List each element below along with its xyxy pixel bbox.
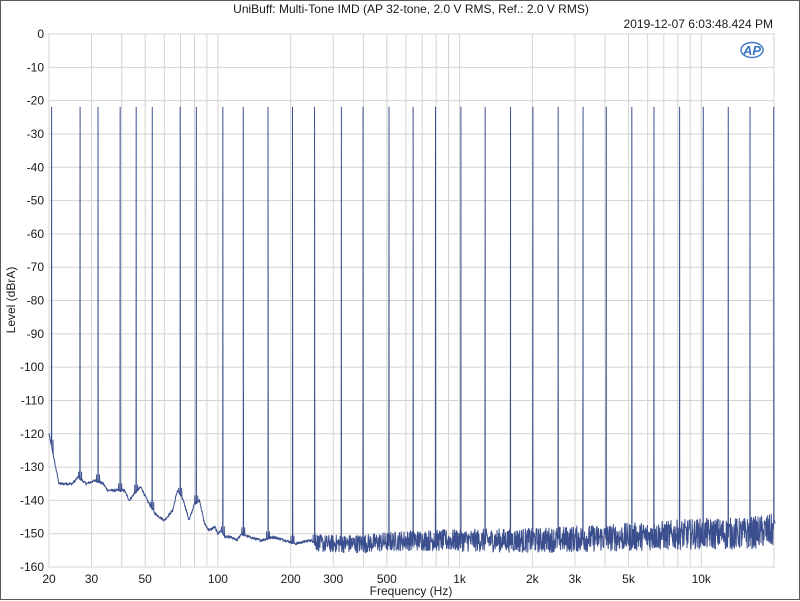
x-tick-label: 2k bbox=[526, 572, 540, 586]
x-tick-label: 10k bbox=[692, 572, 712, 586]
y-tick-label: -60 bbox=[27, 227, 45, 241]
x-tick-label: 50 bbox=[138, 572, 152, 586]
x-tick-label: 5k bbox=[622, 572, 636, 586]
y-tick-label: -110 bbox=[21, 393, 44, 407]
y-tick-label: -40 bbox=[27, 160, 45, 174]
y-tick-label: -30 bbox=[27, 127, 45, 141]
y-tick-label: -100 bbox=[20, 360, 44, 374]
chart-svg: UniBuff: Multi-Tone IMD (AP 32-tone, 2.0… bbox=[1, 1, 800, 601]
y-tick-label: -70 bbox=[27, 260, 45, 274]
chart-frame: UniBuff: Multi-Tone IMD (AP 32-tone, 2.0… bbox=[0, 0, 800, 600]
ap-logo-text: AP bbox=[742, 43, 761, 58]
y-tick-label: -90 bbox=[27, 327, 45, 341]
x-tick-label: 100 bbox=[208, 572, 228, 586]
y-tick-label: -50 bbox=[27, 194, 45, 208]
y-tick-label: -140 bbox=[20, 493, 44, 507]
x-tick-label: 300 bbox=[323, 572, 343, 586]
x-tick-label: 1k bbox=[453, 572, 467, 586]
chart-timestamp: 2019-12-07 6:03:48.424 PM bbox=[624, 17, 773, 31]
x-tick-label: 3k bbox=[569, 572, 583, 586]
x-tick-label: 20 bbox=[42, 572, 56, 586]
y-tick-labels: 0 -10 -20 -30 -40 -50 -60 -70 -80 -90 -100 -110 -120… bbox=[20, 27, 44, 574]
x-axis-label: Frequency (Hz) bbox=[370, 584, 453, 598]
x-tick-label: 200 bbox=[281, 572, 301, 586]
y-tick-label: -150 bbox=[20, 527, 44, 541]
y-tick-label: -130 bbox=[20, 460, 44, 474]
y-tick-label: -20 bbox=[27, 94, 45, 108]
ap-logo-icon: AP bbox=[741, 43, 763, 59]
y-tick-label: -120 bbox=[20, 427, 44, 441]
y-tick-label: -80 bbox=[27, 294, 45, 308]
y-tick-label: -10 bbox=[27, 60, 45, 74]
y-tick-label: 0 bbox=[37, 27, 44, 41]
y-axis-label: Level (dBrA) bbox=[4, 267, 18, 334]
y-tick-label: -160 bbox=[20, 560, 44, 574]
chart-title: UniBuff: Multi-Tone IMD (AP 32-tone, 2.0… bbox=[233, 2, 589, 16]
x-tick-label: 30 bbox=[85, 572, 99, 586]
